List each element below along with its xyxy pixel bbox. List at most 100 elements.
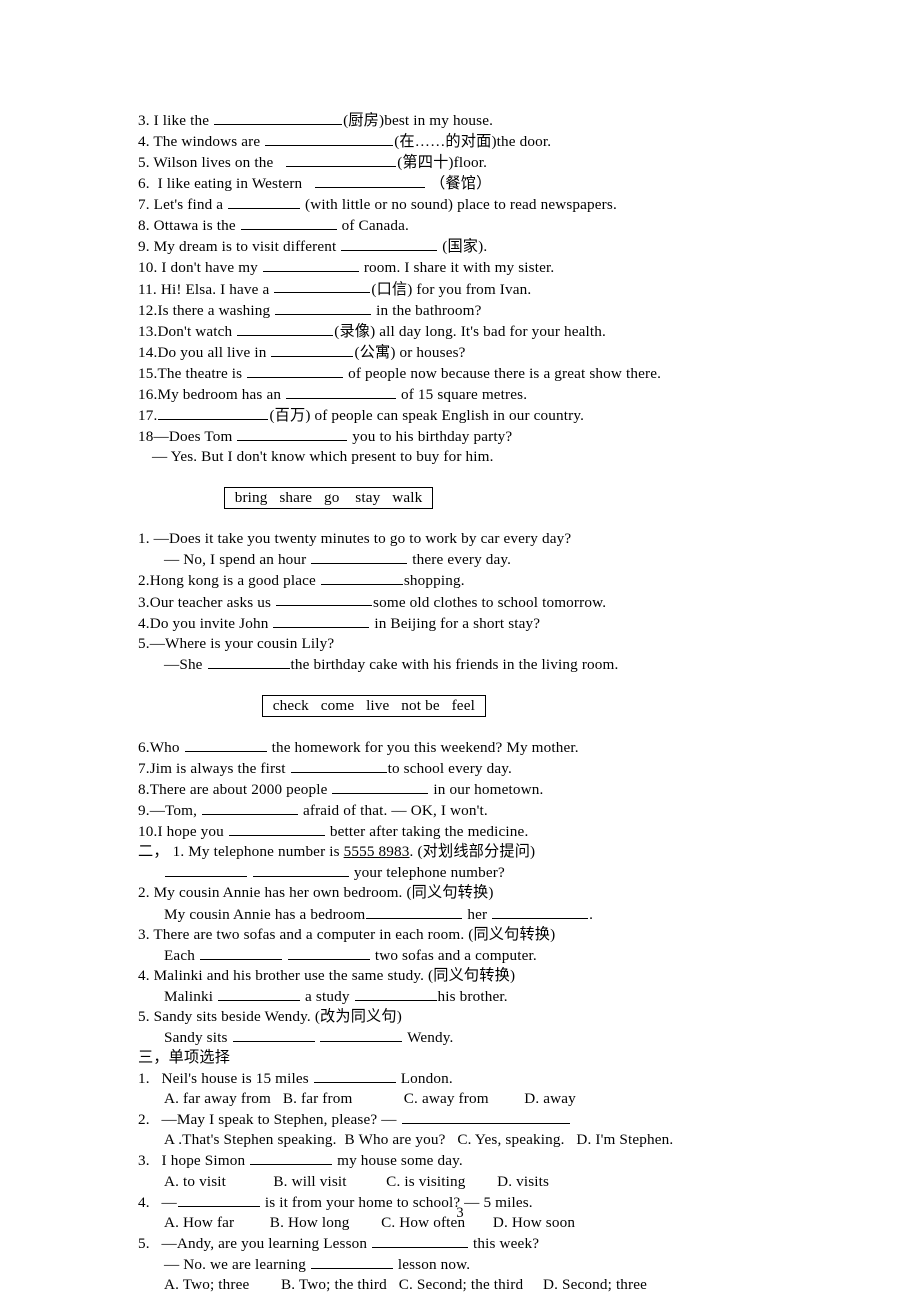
dialogue-answer-line: — Yes. But I don't know which present to…: [152, 448, 494, 465]
fill-blank-item: 13.Don't watch (录像) all day long. It's b…: [138, 321, 606, 340]
transform-answer-line: My cousin Annie has a bedroom her .: [164, 904, 594, 923]
verb-form-item: 1. —Does it take you twenty minutes to g…: [138, 530, 572, 548]
transform-question: 3. There are two sofas and a computer in…: [138, 925, 556, 943]
verb-form-item: 8.There are about 2000 people in our hom…: [138, 779, 544, 799]
fill-blank-item: 4. The windows are (在……的对面)the door.: [138, 131, 552, 151]
mc-options[interactable]: A. to visit B. will visit C. is visiting…: [138, 1172, 838, 1192]
verb-form-item: 4.Do you invite John in Beijing for a sh…: [138, 613, 541, 632]
fill-blank-item: 10. I don't have my room. I share it wit…: [138, 257, 555, 277]
verb-form-item: 10.I hope you better after taking the me…: [138, 821, 529, 841]
answer-blank[interactable]: [320, 570, 403, 586]
transform-answer-line: Sandy sits Wendy.: [164, 1027, 454, 1046]
answer-blank[interactable]: [207, 654, 290, 669]
answer-blank[interactable]: [401, 1109, 570, 1125]
answer-blank[interactable]: [287, 945, 370, 960]
verb-form-item: 2.Hong kong is a good place shopping.: [138, 570, 465, 590]
word-bank-box-1: bring share go stay walk: [223, 487, 434, 510]
section-two-marker: 二，: [138, 843, 169, 861]
answer-blank[interactable]: [492, 904, 589, 919]
mc-options[interactable]: A. far away from B. far from C. away fro…: [138, 1089, 838, 1109]
answer-blank[interactable]: [228, 194, 301, 210]
verb-form-section-1: 1. —Does it take you twenty minutes to g…: [138, 529, 838, 675]
verb-form-item: 9.—Tom, afraid of that. — OK, I won't.: [138, 800, 488, 820]
answer-blank[interactable]: [332, 779, 429, 795]
answer-blank[interactable]: [214, 110, 343, 125]
fill-blank-item: 16.My bedroom has an of 15 square metres…: [138, 384, 528, 403]
answer-blank[interactable]: [310, 1254, 393, 1269]
verb-form-item: —She the birthday cake with his friends …: [164, 654, 619, 673]
answer-blank[interactable]: [199, 945, 282, 960]
word-bank-row-1: bring share go stay walk: [138, 467, 838, 529]
fill-blank-item: 17. (百万) of people can speak English in o…: [138, 405, 585, 424]
mc-options[interactable]: A. Two; three B. Two; the third C. Secon…: [138, 1275, 838, 1295]
answer-blank[interactable]: [315, 173, 426, 189]
answer-blank[interactable]: [271, 342, 354, 357]
document-body: 3. I like the (厨房)best in my house. 4. Th…: [138, 110, 838, 1295]
answer-blank[interactable]: [341, 236, 438, 252]
fill-in-the-blank-section: 3. I like the (厨房)best in my house. 4. Th…: [138, 110, 838, 447]
transform-answer-line: your telephone number?: [138, 862, 838, 883]
answer-blank[interactable]: [218, 986, 301, 1001]
fill-blank-item: 8. Ottawa is the of Canada.: [138, 215, 409, 235]
answer-blank[interactable]: [184, 737, 267, 752]
answer-blank[interactable]: [273, 613, 370, 628]
answer-blank[interactable]: [286, 384, 397, 399]
transform-question: 4. Malinki and his brother use the same …: [138, 966, 516, 984]
fill-blank-item: 15.The theatre is of people now because …: [138, 363, 662, 382]
mc-question-stem: 5. —Andy, are you learning Lesson this w…: [138, 1233, 540, 1252]
fill-blank-item: 14.Do you all live in (公寓) or houses?: [138, 342, 466, 361]
transform-answer-line: Each two sofas and a computer.: [164, 945, 537, 964]
answer-blank[interactable]: [313, 1068, 396, 1084]
answer-blank[interactable]: [262, 257, 359, 273]
transform-question: 2. My cousin Annie has her own bedroom. …: [138, 884, 494, 902]
answer-blank[interactable]: [158, 405, 269, 420]
fill-blank-item: 7. Let's find a (with little or no sound…: [138, 194, 617, 214]
fill-blank-item: 18—Does Tom you to his birthday party?: [138, 426, 513, 445]
verb-form-section-2: 6.Who the homework for you this weekend?…: [138, 737, 838, 842]
answer-blank[interactable]: [247, 363, 344, 378]
word-bank-box-2: check come live not be feel: [261, 694, 486, 717]
answer-blank[interactable]: [250, 1150, 333, 1166]
mc-question-stem: 2. —May I speak to Stephen, please? —: [138, 1109, 838, 1130]
document-page: 3. I like the (厨房)best in my house. 4. Th…: [0, 0, 920, 1302]
verb-form-item: 6.Who the homework for you this weekend?…: [138, 737, 579, 756]
fill-blank-item: 11. Hi! Elsa. I have a (口信) for you from…: [138, 279, 532, 298]
answer-blank[interactable]: [311, 549, 408, 565]
section-three-questions: 1. Neil's house is 15 miles London. A. fa…: [138, 1068, 838, 1295]
answer-blank[interactable]: [228, 821, 325, 837]
verb-form-item: 5.—Where is your cousin Lily?: [138, 634, 335, 652]
answer-blank[interactable]: [237, 426, 348, 441]
answer-blank[interactable]: [265, 131, 394, 147]
answer-blank[interactable]: [237, 321, 334, 336]
fill-blank-item: 9. My dream is to visit different (国家).: [138, 236, 488, 256]
verb-form-item: 3.Our teacher asks us some old clothes t…: [138, 592, 607, 611]
answer-blank[interactable]: [290, 758, 387, 773]
answer-blank[interactable]: [320, 1027, 403, 1042]
verb-form-item: — No, I spend an hour there every day.: [164, 549, 512, 569]
answer-blank[interactable]: [275, 300, 372, 315]
underlined-phrase: 5555 8983: [343, 843, 410, 861]
answer-blank[interactable]: [252, 862, 349, 878]
answer-blank[interactable]: [240, 215, 337, 231]
section-two: 二， 1. My telephone number is 5555 8983. …: [138, 842, 838, 1048]
answer-blank[interactable]: [286, 152, 397, 168]
fill-blank-item: 3. I like the (厨房)best in my house.: [138, 110, 494, 129]
answer-blank[interactable]: [372, 1233, 469, 1248]
transform-question: 5. Sandy sits beside Wendy. (改为同义句): [138, 1007, 402, 1025]
fill-blank-item: 6. I like eating in Western （餐馆）: [138, 173, 492, 193]
mc-options[interactable]: A .That's Stephen speaking. B Who are yo…: [138, 1130, 838, 1150]
transform-answer-line: Malinki a study his brother.: [164, 986, 508, 1005]
answer-blank[interactable]: [232, 1027, 315, 1042]
transform-question: 二， 1. My telephone number is 5555 8983. …: [138, 843, 536, 861]
answer-blank[interactable]: [276, 592, 373, 607]
answer-blank[interactable]: [354, 986, 437, 1001]
answer-blank[interactable]: [165, 862, 247, 878]
word-bank-row-2: check come live not be feel: [138, 675, 838, 737]
fill-blank-item: 5. Wilson lives on the (第四十)floor.: [138, 152, 488, 172]
verb-form-item: 7.Jim is always the first to school ever…: [138, 758, 512, 777]
fill-blank-item: 12.Is there a washing in the bathroom?: [138, 300, 482, 319]
mc-question-stem-continued: — No. we are learning lesson now.: [164, 1254, 471, 1273]
answer-blank[interactable]: [366, 904, 463, 919]
answer-blank[interactable]: [202, 800, 299, 816]
answer-blank[interactable]: [274, 279, 371, 294]
